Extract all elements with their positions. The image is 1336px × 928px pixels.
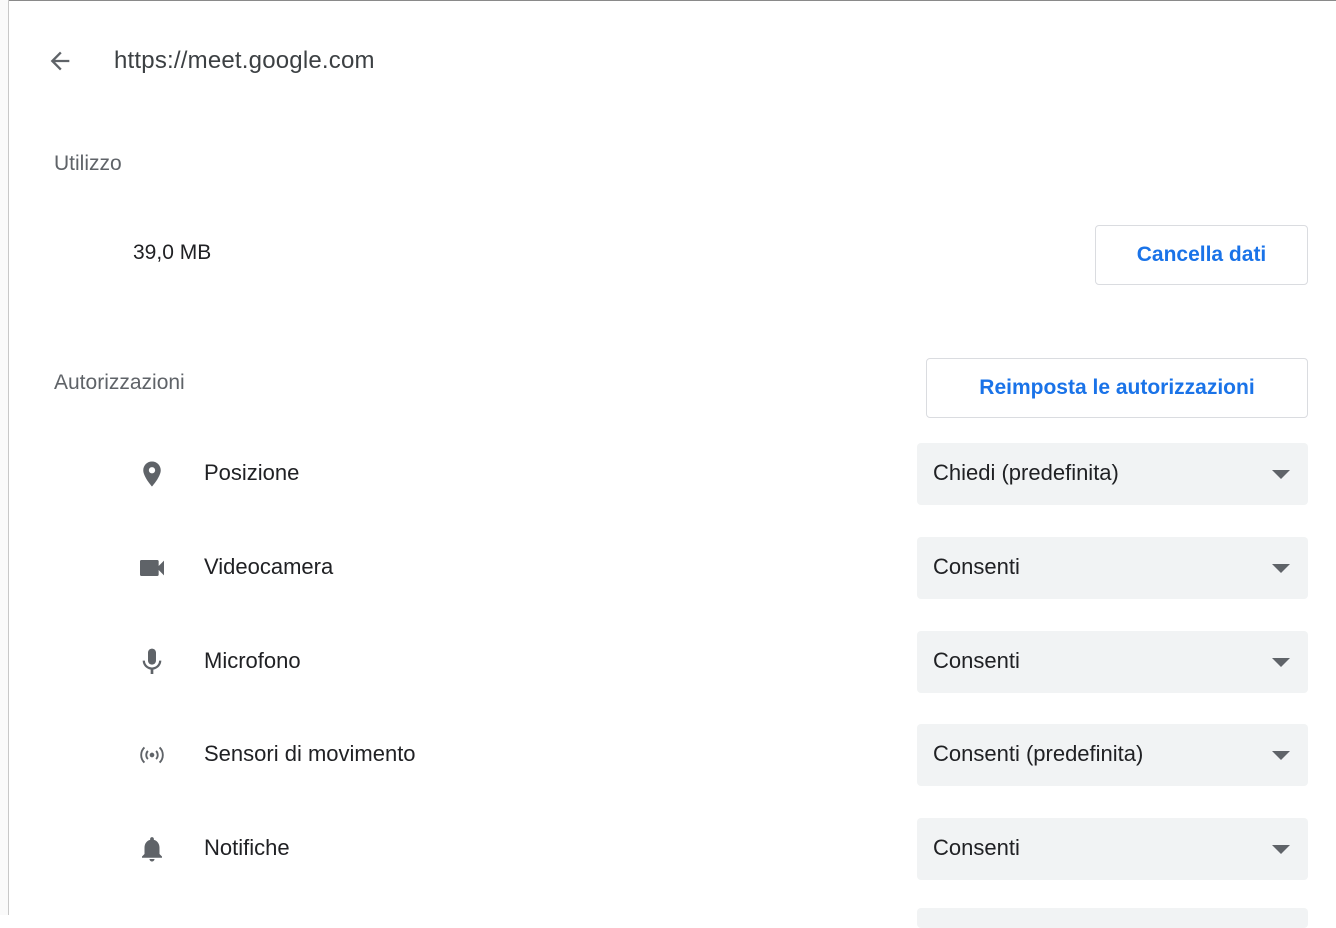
location-pin-icon	[136, 458, 168, 490]
permission-row-location: Posizione Chiedi (predefinita)	[0, 443, 1336, 505]
select-value: Consenti	[933, 835, 1020, 860]
window-top-border	[0, 0, 1336, 1]
permissions-section-title: Autorizzazioni	[54, 371, 185, 394]
motion-sensors-icon	[136, 739, 168, 771]
chevron-down-icon	[1272, 658, 1290, 667]
permission-row-notifications: Notifiche Consenti	[0, 818, 1336, 880]
camera-permission-select[interactable]: Consenti	[917, 537, 1308, 599]
permission-label: Notifiche	[204, 835, 290, 860]
bell-icon	[136, 833, 168, 865]
back-button[interactable]	[40, 41, 80, 81]
chevron-down-icon	[1272, 470, 1290, 479]
microphone-permission-select[interactable]: Consenti	[917, 631, 1308, 693]
videocam-icon	[136, 552, 168, 584]
select-value: Chiedi (predefinita)	[933, 460, 1119, 485]
permission-label: Sensori di movimento	[204, 741, 416, 766]
notifications-permission-select[interactable]: Consenti	[917, 818, 1308, 880]
select-value: Consenti	[933, 648, 1020, 673]
location-permission-select[interactable]: Chiedi (predefinita)	[917, 443, 1308, 505]
permission-row-motion-sensors: Sensori di movimento Consenti (predefini…	[0, 724, 1336, 786]
reset-permissions-button[interactable]: Reimposta le autorizzazioni	[926, 358, 1308, 418]
permission-row-microphone: Microfono Consenti	[0, 631, 1336, 693]
usage-value: 39,0 MB	[133, 241, 212, 264]
chevron-down-icon	[1272, 751, 1290, 760]
permission-label: Videocamera	[204, 554, 334, 579]
select-value: Consenti (predefinita)	[933, 741, 1144, 766]
clear-data-button[interactable]: Cancella dati	[1095, 225, 1308, 285]
chevron-down-icon	[1272, 845, 1290, 854]
permission-label: Posizione	[204, 460, 300, 485]
permission-row-camera: Videocamera Consenti	[0, 537, 1336, 599]
microphone-icon	[136, 646, 168, 678]
select-value: Consenti	[933, 554, 1020, 579]
usage-section-title: Utilizzo	[54, 152, 122, 175]
site-header: https://meet.google.com	[50, 40, 375, 82]
next-permission-select-partial[interactable]	[917, 908, 1308, 928]
permission-label: Microfono	[204, 648, 301, 673]
motion-sensors-permission-select[interactable]: Consenti (predefinita)	[917, 724, 1308, 786]
site-url: https://meet.google.com	[114, 47, 375, 74]
arrow-left-icon	[50, 51, 70, 71]
chevron-down-icon	[1272, 564, 1290, 573]
